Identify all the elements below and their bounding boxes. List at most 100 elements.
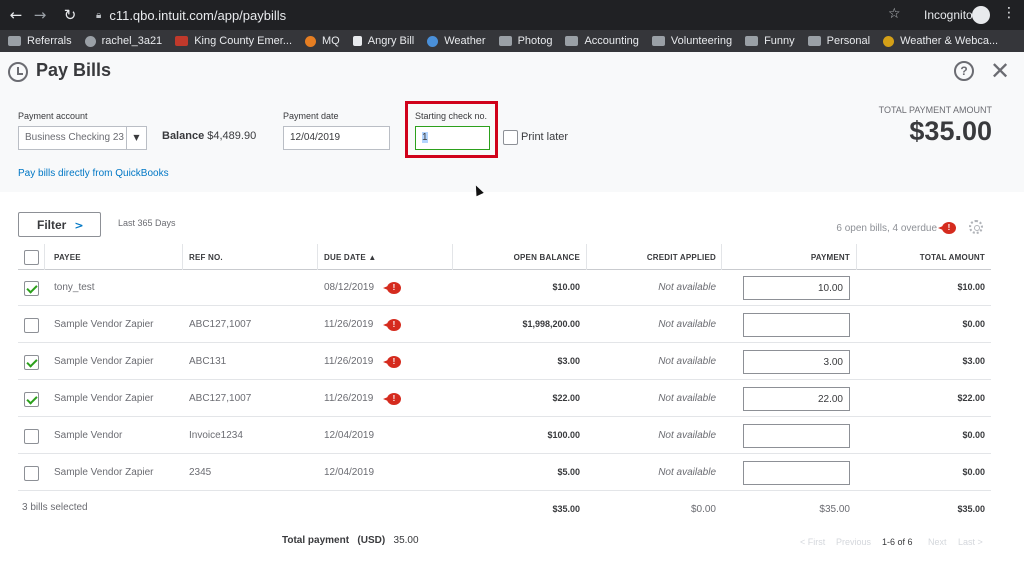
bookmark-item[interactable]: MQ (305, 35, 340, 47)
bookmark-item[interactable]: Photog (498, 35, 552, 47)
row-checkbox[interactable] (24, 429, 39, 444)
pager-first[interactable]: < First (800, 537, 825, 547)
incognito-label: Incognito (924, 8, 973, 22)
col-credit-applied[interactable]: CREDIT APPLIED (593, 244, 716, 270)
pager-previous[interactable]: Previous (836, 537, 871, 547)
site-icon (305, 35, 317, 47)
pay-bills-directly-link[interactable]: Pay bills directly from QuickBooks (18, 168, 169, 179)
table-row[interactable]: Sample Vendor Zapier ABC127,1007 11/26/2… (18, 381, 991, 417)
credit-cell: Not available (658, 319, 716, 330)
back-arrow-icon[interactable]: ← (4, 6, 28, 24)
select-all-checkbox[interactable] (24, 250, 39, 265)
row-checkbox[interactable] (24, 392, 39, 407)
bookmark-item[interactable]: Weather (427, 35, 486, 47)
payment-account-select[interactable]: Business Checking 23 ▼ (18, 126, 147, 150)
payment-input[interactable] (743, 313, 850, 337)
row-checkbox[interactable] (24, 281, 39, 296)
close-icon[interactable]: ✕ (990, 57, 1010, 85)
open-balance-cell: $22.00 (552, 393, 580, 403)
payment-input[interactable] (743, 424, 850, 448)
payee-cell[interactable]: Sample Vendor (54, 430, 122, 441)
open-balance-cell: $100.00 (547, 430, 580, 440)
starting-check-input[interactable]: 1 (415, 126, 490, 150)
pager-range: 1-6 of 6 (882, 537, 913, 547)
col-open-balance[interactable]: OPEN BALANCE (458, 244, 580, 270)
bookmark-item[interactable]: Volunteering (651, 35, 732, 47)
payment-date-input[interactable]: 12/04/2019 (283, 126, 390, 150)
table-header: PAYEE REF NO. DUE DATE ▲ OPEN BALANCE CR… (18, 244, 991, 270)
payee-cell[interactable]: Sample Vendor Zapier (54, 467, 154, 478)
table-row[interactable]: Sample Vendor Zapier ABC131 11/26/2019 !… (18, 344, 991, 380)
print-later-checkbox[interactable] (503, 130, 518, 145)
bookmark-item[interactable]: Angry Bill (352, 35, 414, 47)
due-date-cell: 11/26/2019 (324, 356, 374, 367)
row-checkbox[interactable] (24, 355, 39, 370)
payment-total: $35.00 (819, 504, 850, 515)
globe-icon (84, 35, 96, 47)
payment-input[interactable]: 22.00 (743, 387, 850, 411)
address-bar[interactable]: 🔒︎ c11.qbo.intuit.com/app/paybills (96, 8, 286, 23)
payment-input[interactable] (743, 461, 850, 485)
open-balance-cell: $5.00 (557, 467, 580, 477)
col-payee[interactable]: PAYEE (54, 244, 81, 270)
table-row[interactable]: Sample Vendor Zapier ABC127,1007 11/26/2… (18, 307, 991, 343)
payee-cell[interactable]: tony_test (54, 282, 95, 293)
page-icon (352, 36, 362, 46)
open-balance-cell: $10.00 (552, 282, 580, 292)
pay-bills-page: Pay Bills ? ✕ Payment account Business C… (0, 52, 1024, 585)
print-later-label: Print later (521, 131, 569, 143)
filter-range: Last 365 Days (118, 218, 176, 228)
account-balance: Balance $4,489.90 (162, 130, 256, 142)
due-date-cell: 12/04/2019 (324, 430, 375, 441)
url-text[interactable]: c11.qbo.intuit.com/app/paybills (109, 8, 286, 23)
bookmark-star-icon[interactable]: ☆ (888, 6, 901, 22)
row-checkbox[interactable] (24, 466, 39, 481)
col-due-date[interactable]: DUE DATE ▲ (324, 244, 376, 270)
totals-row: 3 bills selected $35.00 $0.00 $35.00 $35… (18, 492, 991, 522)
filter-button[interactable]: Filter > (18, 212, 101, 237)
pager-next[interactable]: Next (928, 537, 947, 547)
bookmark-label: MQ (322, 35, 340, 47)
payee-cell[interactable]: Sample Vendor Zapier (54, 393, 154, 404)
bookmark-item[interactable]: Accounting (565, 35, 639, 47)
incognito-icon[interactable] (972, 6, 990, 24)
folder-icon (807, 36, 821, 46)
bookmark-item[interactable]: Personal (807, 35, 870, 47)
reload-icon[interactable]: ↻ (58, 6, 82, 24)
col-ref-no[interactable]: REF NO. (189, 244, 223, 270)
overdue-alert-icon: ! (383, 282, 401, 294)
page-title: Pay Bills (36, 60, 112, 80)
overdue-alert-icon: ! (383, 393, 401, 405)
open-bills-summary: 6 open bills, 4 overdue (836, 223, 937, 234)
bookmark-label: Weather (444, 35, 486, 47)
payee-cell[interactable]: Sample Vendor Zapier (54, 319, 154, 330)
kebab-menu-icon[interactable]: ⋮ (1002, 5, 1016, 21)
gear-icon[interactable] (969, 220, 983, 234)
payee-cell[interactable]: Sample Vendor Zapier (54, 356, 154, 367)
help-icon[interactable]: ? (954, 61, 974, 81)
row-checkbox[interactable] (24, 318, 39, 333)
col-payment[interactable]: PAYMENT (727, 244, 850, 270)
bookmark-item[interactable]: King County Emer... (175, 35, 292, 47)
payment-account-label: Payment account (18, 111, 88, 121)
forward-arrow-icon[interactable]: → (28, 6, 52, 24)
table-row[interactable]: tony_test 08/12/2019 ! $10.00 Not availa… (18, 270, 991, 306)
bookmark-item[interactable]: Referrals (8, 35, 72, 47)
bookmark-label: Accounting (584, 35, 639, 47)
caret-down-icon[interactable]: ▼ (126, 127, 146, 149)
col-total-amount[interactable]: TOTAL AMOUNT (862, 244, 985, 270)
overdue-alert-icon: ! (383, 319, 401, 331)
chevron-right-icon: > (74, 219, 84, 232)
pager-last[interactable]: Last > (958, 537, 983, 547)
payment-input[interactable]: 3.00 (743, 350, 850, 374)
table-row[interactable]: Sample Vendor Zapier 2345 12/04/2019 $5.… (18, 455, 991, 491)
payment-input[interactable]: 10.00 (743, 276, 850, 300)
bookmark-item[interactable]: Funny (745, 35, 795, 47)
table-row[interactable]: Sample Vendor Invoice1234 12/04/2019 $10… (18, 418, 991, 454)
bookmark-item[interactable]: rachel_3a21 (84, 35, 162, 47)
folder-icon (651, 36, 665, 46)
bookmark-item[interactable]: Weather & Webca... (883, 35, 998, 47)
balance-value: $4,489.90 (207, 130, 257, 142)
history-clock-icon[interactable] (8, 62, 28, 82)
due-date-cell: 12/04/2019 (324, 467, 375, 478)
